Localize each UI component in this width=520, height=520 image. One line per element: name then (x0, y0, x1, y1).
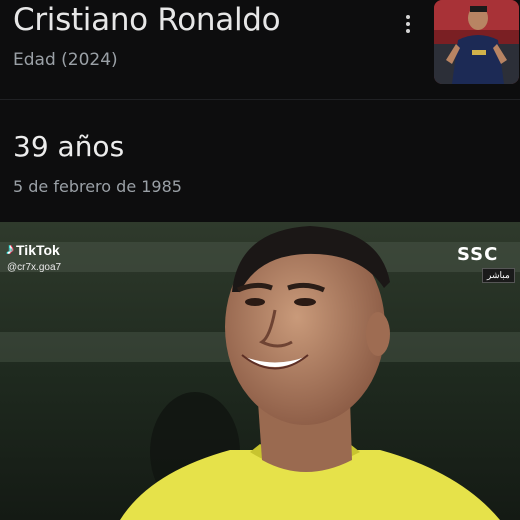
broadcaster-logo: SSC (457, 244, 499, 265)
tiktok-icon: ♪ (6, 241, 14, 258)
tiktok-watermark: ♪ TikTok (6, 241, 60, 259)
tiktok-label: TikTok (16, 242, 60, 258)
entity-thumbnail[interactable] (434, 0, 519, 84)
entity-title: Cristiano Ronaldo (13, 2, 281, 38)
knowledge-panel: Cristiano Ronaldo Edad (2024) 39 años 5 … (0, 0, 520, 222)
age-value: 39 años (13, 130, 125, 163)
more-vert-icon[interactable] (398, 12, 418, 36)
live-badge: مباشر (482, 268, 515, 283)
video-frame[interactable] (0, 222, 520, 520)
entity-subtitle: Edad (2024) (13, 50, 118, 70)
divider (0, 99, 520, 100)
birth-date: 5 de febrero de 1985 (13, 177, 182, 196)
tiktok-handle: @cr7x.goa7 (7, 262, 62, 273)
